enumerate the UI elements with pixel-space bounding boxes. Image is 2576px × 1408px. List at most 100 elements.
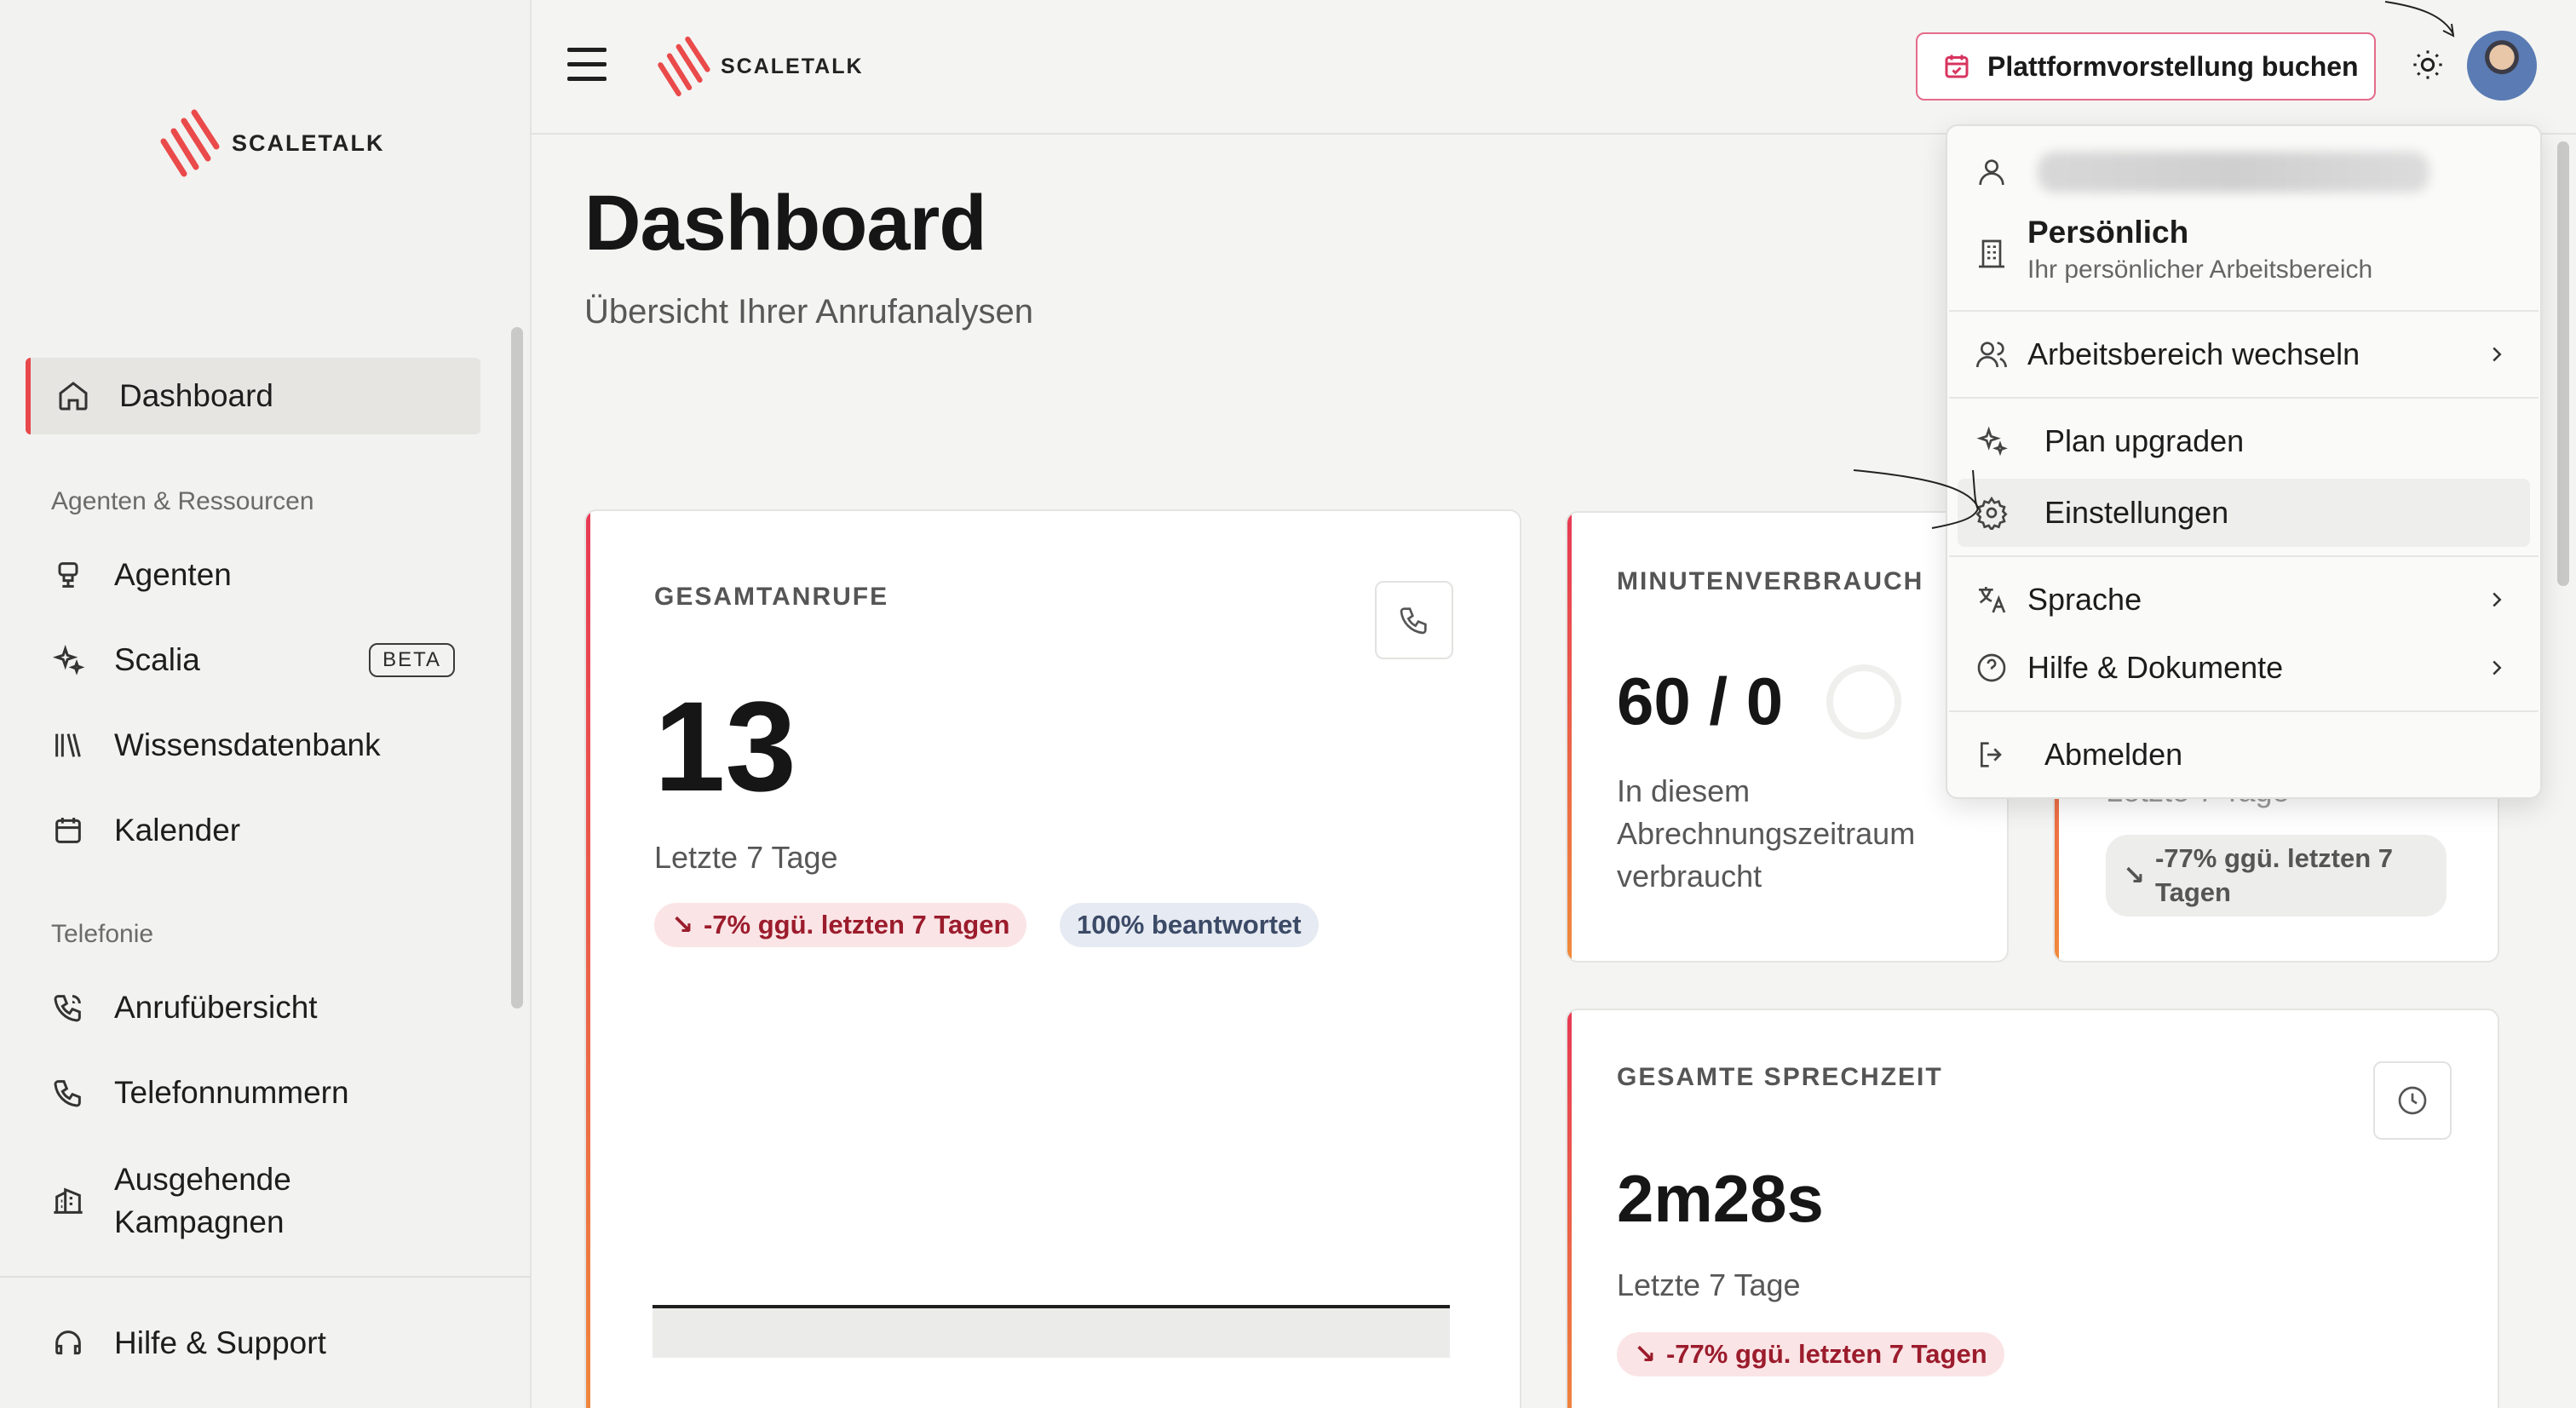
- menu-divider: [1949, 397, 2539, 399]
- card-label: GESAMTE SPRECHZEIT: [1617, 1063, 1943, 1091]
- topbar: SCALETALK Plattformvorstellung buchen: [532, 0, 2576, 135]
- talk-time-value: 2m28s: [1617, 1161, 1824, 1236]
- change-badge: ↘ -77% ggü. letzten 7 Tagen: [2106, 835, 2447, 917]
- sidebar-item-label: Scalia: [114, 642, 200, 677]
- menu-help[interactable]: Hilfe & Dokumente: [1947, 637, 2540, 698]
- sidebar: SCALETALK Dashboard Agenten & Ressourcen…: [0, 0, 532, 1408]
- answered-badge: 100% beantwortet: [1060, 903, 1319, 947]
- trend-down-icon: ↘: [2123, 860, 2145, 890]
- sidebar-item-anrufuebersicht[interactable]: Anrufübersicht: [26, 969, 480, 1046]
- sidebar-item-scalia[interactable]: Scalia BETA: [26, 622, 480, 698]
- menu-divider: [1949, 555, 2539, 557]
- phone-list-icon: [54, 995, 81, 1022]
- calls-chart-area: [653, 1308, 1450, 1358]
- talk-time-period: Letzte 7 Tage: [1617, 1267, 1801, 1302]
- chevron-right-icon: [2493, 592, 2502, 607]
- page-subtitle: Übersicht Ihrer Anrufanalysen: [584, 293, 1033, 330]
- menu-logout[interactable]: Abmelden: [1947, 724, 2540, 785]
- menu-settings[interactable]: Einstellungen: [1947, 482, 2540, 543]
- help-label: Hilfe & Dokumente: [2027, 650, 2284, 685]
- calendar-icon: [55, 818, 81, 843]
- menu-switch-workspace[interactable]: Arbeitsbereich wechseln: [1947, 324, 2540, 385]
- total-calls-value: 13: [654, 675, 796, 818]
- section-label-resources: Agenten & Ressourcen: [51, 487, 314, 515]
- user-avatar[interactable]: [2467, 31, 2537, 101]
- usage-ring: [1826, 664, 1901, 739]
- office-building-icon: [1979, 239, 2004, 268]
- sidebar-item-wissensdatenbank[interactable]: Wissensdatenbank: [26, 707, 480, 784]
- chevron-right-icon: [2493, 347, 2502, 362]
- phone-icon-box: [1375, 581, 1453, 659]
- logout-label: Abmelden: [2044, 737, 2183, 772]
- total-calls-card: GESAMTANRUFE 13 Letzte 7 Tage ↘ -7% ggü.…: [584, 509, 1521, 1408]
- menu-divider: [1949, 710, 2539, 712]
- sidebar-item-help[interactable]: Hilfe & Support: [26, 1305, 480, 1382]
- sidebar-item-dashboard[interactable]: Dashboard: [26, 358, 480, 434]
- main-scrollbar[interactable]: [2557, 141, 2569, 586]
- total-calls-period: Letzte 7 Tage: [654, 840, 838, 875]
- sidebar-item-label: Hilfe & Support: [114, 1325, 326, 1360]
- switch-workspace-label: Arbeitsbereich wechseln: [2027, 336, 2360, 371]
- translate-icon: [1979, 587, 2006, 613]
- sidebar-logo-text: SCALETALK: [232, 129, 385, 156]
- section-label-telephony: Telefonie: [51, 920, 154, 948]
- page-title: Dashboard: [584, 180, 987, 267]
- sidebar-item-label: Ausgehende Kampagnen: [114, 1162, 291, 1239]
- sidebar-scrollbar[interactable]: [511, 327, 523, 1009]
- sidebar-item-agenten[interactable]: Agenten: [26, 537, 480, 613]
- bot-icon: [58, 562, 78, 588]
- building-icon: [54, 1187, 83, 1214]
- change-badge-text: -7% ggü. letzten 7 Tagen: [703, 910, 1010, 940]
- chevron-right-icon: [2493, 660, 2502, 675]
- phone-icon: [1400, 607, 1427, 635]
- settings-label: Einstellungen: [2044, 495, 2229, 530]
- change-badge: ↘ -77% ggü. letzten 7 Tagen: [1617, 1332, 2004, 1376]
- sidebar-item-label: Agenten: [114, 557, 232, 592]
- gear-icon: [1975, 496, 2008, 530]
- sidebar-item-kampagnen[interactable]: Ausgehende Kampagnen: [26, 1158, 480, 1244]
- phone-icon: [54, 1080, 81, 1107]
- blurred-email: [2038, 152, 2429, 193]
- trend-down-icon: ↘: [671, 910, 693, 940]
- sidebar-item-label: Anrufübersicht: [114, 990, 318, 1025]
- beta-badge: BETA: [369, 643, 455, 677]
- upgrade-label: Plan upgraden: [2044, 423, 2245, 458]
- change-badge-text: -77% ggü. letzten 7 Tagen: [1665, 1339, 1987, 1369]
- workspace-desc: Ihr persönlicher Arbeitsbereich: [2027, 256, 2373, 284]
- sidebar-item-label: Wissensdatenbank: [114, 727, 381, 762]
- sidebar-item-label: Dashboard: [119, 378, 274, 413]
- menu-upgrade[interactable]: Plan upgraden: [1947, 411, 2540, 472]
- sidebar-item-kalender[interactable]: Kalender: [26, 792, 480, 869]
- clock-icon: [2398, 1086, 2427, 1115]
- help-circle-icon: [1977, 653, 2006, 682]
- menu-user-email: [1947, 145, 2540, 199]
- topbar-logo-text: SCALETALK: [721, 54, 864, 78]
- minutes-desc: In diesem Abrechnungszeitraum verbraucht: [1617, 773, 1916, 894]
- sparkles-icon: [1976, 426, 2008, 457]
- menu-toggle-icon[interactable]: [567, 48, 607, 82]
- card-label: GESAMTANRUFE: [654, 583, 889, 611]
- change-badge: ↘ -7% ggü. letzten 7 Tagen: [654, 903, 1027, 947]
- topbar-logo[interactable]: SCALETALK: [656, 34, 864, 99]
- home-icon: [59, 382, 88, 411]
- clock-icon-box: [2373, 1061, 2452, 1140]
- book-demo-label: Plattformvorstellung buchen: [1987, 50, 2359, 82]
- sidebar-item-telefonnummern[interactable]: Telefonnummern: [26, 1055, 480, 1131]
- theme-toggle-icon[interactable]: [2411, 48, 2445, 82]
- calendar-check-icon: [1945, 55, 1969, 78]
- sidebar-item-label: Kalender: [114, 813, 241, 848]
- talk-time-card: GESAMTE SPRECHZEIT 2m28s Letzte 7 Tage ↘…: [1566, 1009, 2499, 1408]
- minutes-card: MINUTENVERBRAUCH 60 / 0 In diesem Abrech…: [1566, 511, 2009, 963]
- sidebar-item-label: Telefonnummern: [114, 1075, 349, 1110]
- sidebar-logo[interactable]: SCALETALK: [158, 107, 385, 179]
- sidebar-footer-divider: [0, 1276, 530, 1278]
- user-icon: [1979, 159, 2004, 186]
- users-icon: [1976, 342, 2007, 368]
- sparkles-icon: [52, 644, 85, 675]
- minutes-value: 60 / 0: [1617, 664, 1784, 738]
- menu-language[interactable]: Sprache: [1947, 569, 2540, 630]
- book-demo-button[interactable]: Plattformvorstellung buchen: [1916, 32, 2376, 101]
- menu-workspace[interactable]: Persönlich Ihr persönlicher Arbeitsberei…: [1947, 211, 2540, 296]
- user-menu: Persönlich Ihr persönlicher Arbeitsberei…: [1946, 124, 2542, 799]
- logout-icon: [1981, 742, 2002, 767]
